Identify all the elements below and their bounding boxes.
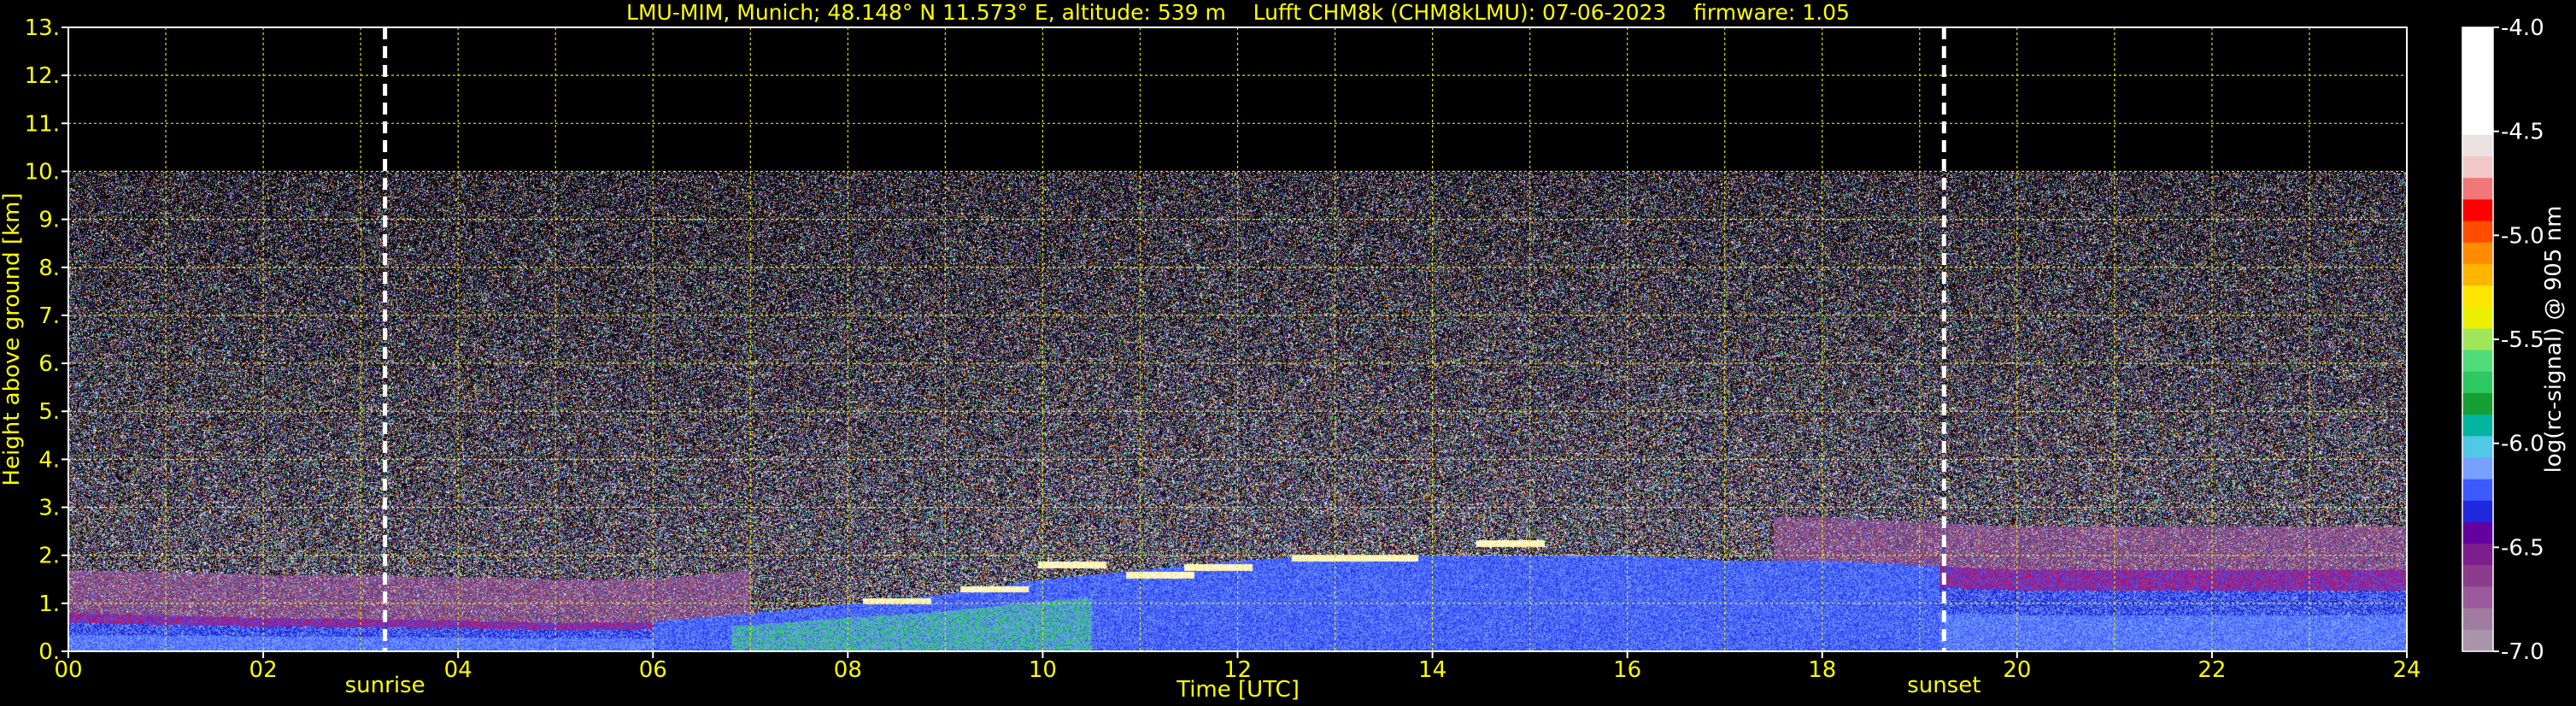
y-tick-label: 0. bbox=[38, 639, 60, 665]
x-tick-label: 08 bbox=[834, 657, 862, 683]
colorbar-tick-label: -4.0 bbox=[2501, 15, 2544, 41]
colorbar-segment bbox=[2462, 49, 2493, 71]
y-tick-label: 13. bbox=[25, 15, 60, 41]
colorbar-segment bbox=[2462, 521, 2493, 544]
colorbar-segment bbox=[2462, 479, 2493, 502]
x-tick-label: 06 bbox=[639, 657, 667, 683]
y-tick-label: 11. bbox=[25, 111, 60, 137]
colorbar-tick-label: -4.5 bbox=[2501, 120, 2544, 145]
colorbar-segment bbox=[2462, 328, 2493, 351]
colorbar-segment bbox=[2462, 285, 2493, 308]
colorbar-segment bbox=[2462, 242, 2493, 265]
x-tick-label: 20 bbox=[2003, 657, 2031, 683]
y-tick-label: 9. bbox=[38, 208, 60, 233]
colorbar-segment bbox=[2462, 113, 2493, 136]
y-tick-label: 10. bbox=[25, 159, 60, 185]
colorbar-segment bbox=[2462, 350, 2493, 373]
colorbar-tick-label: -5.0 bbox=[2501, 223, 2544, 249]
x-tick-label: 18 bbox=[1808, 657, 1836, 683]
x-tick-label: 10 bbox=[1029, 657, 1057, 683]
y-tick-label: 12. bbox=[25, 63, 60, 89]
y-tick-label: 2. bbox=[38, 544, 60, 569]
colorbar-tick-label: -7.0 bbox=[2501, 639, 2544, 665]
colorbar-segment bbox=[2462, 500, 2493, 523]
x-tick-label: 24 bbox=[2392, 657, 2421, 683]
x-tick-label: 16 bbox=[1613, 657, 1641, 683]
colorbar-segment bbox=[2462, 178, 2493, 200]
colorbar-segment bbox=[2462, 263, 2493, 286]
colorbar-segment bbox=[2462, 415, 2493, 437]
colorbar-segment bbox=[2462, 565, 2493, 587]
x-tick-label: 22 bbox=[2198, 657, 2226, 683]
event-label-0: sunrise bbox=[345, 673, 425, 698]
colorbar-label: log(rc-signal) @ 905 nm bbox=[2541, 206, 2567, 474]
colorbar-segment bbox=[2462, 608, 2493, 631]
colorbar-tick-label: -6.0 bbox=[2501, 432, 2544, 457]
colorbar-segment bbox=[2462, 629, 2493, 652]
ceilometer-chart: sunrise sunset 00 02 04 06 08 10 12 14 16 18 20 22 24… bbox=[0, 0, 2576, 706]
colorbar-segment bbox=[2462, 70, 2493, 93]
colorbar-tick-label: -5.5 bbox=[2501, 327, 2544, 353]
y-tick-label: 8. bbox=[38, 256, 60, 281]
colorbar-segment bbox=[2462, 586, 2493, 609]
y-tick-label: 5. bbox=[38, 399, 60, 425]
x-tick-label: 02 bbox=[249, 657, 278, 683]
colorbar-segment bbox=[2462, 457, 2493, 480]
y-tick-label: 4. bbox=[38, 447, 60, 473]
y-tick-label: 1. bbox=[38, 591, 60, 617]
colorbar-segment bbox=[2462, 307, 2493, 329]
x-axis-label: Time [UTC] bbox=[1176, 677, 1300, 703]
colorbar-segment bbox=[2462, 199, 2493, 222]
colorbar-segment bbox=[2462, 436, 2493, 458]
event-label-1: sunset bbox=[1907, 673, 1980, 698]
colorbar-segment bbox=[2462, 134, 2493, 157]
x-tick-label: 04 bbox=[444, 657, 472, 683]
colorbar-segment bbox=[2462, 392, 2493, 415]
colorbar-tick-label: -6.5 bbox=[2501, 535, 2544, 561]
colorbar-segment bbox=[2462, 91, 2493, 115]
y-tick-label: 6. bbox=[38, 351, 60, 377]
x-tick-label: 14 bbox=[1418, 657, 1446, 683]
y-tick-label: 3. bbox=[38, 496, 60, 521]
y-axis-label: Height above ground [km] bbox=[0, 192, 25, 485]
chart-title: LMU-MIM, Munich; 48.148° N 11.573° E, al… bbox=[626, 0, 1850, 25]
y-tick-label: 7. bbox=[38, 303, 60, 329]
colorbar-segment bbox=[2462, 371, 2493, 394]
colorbar-segment bbox=[2462, 544, 2493, 566]
colorbar-segment bbox=[2462, 221, 2493, 244]
colorbar-segment bbox=[2462, 156, 2493, 179]
colorbar-segment bbox=[2462, 27, 2493, 50]
